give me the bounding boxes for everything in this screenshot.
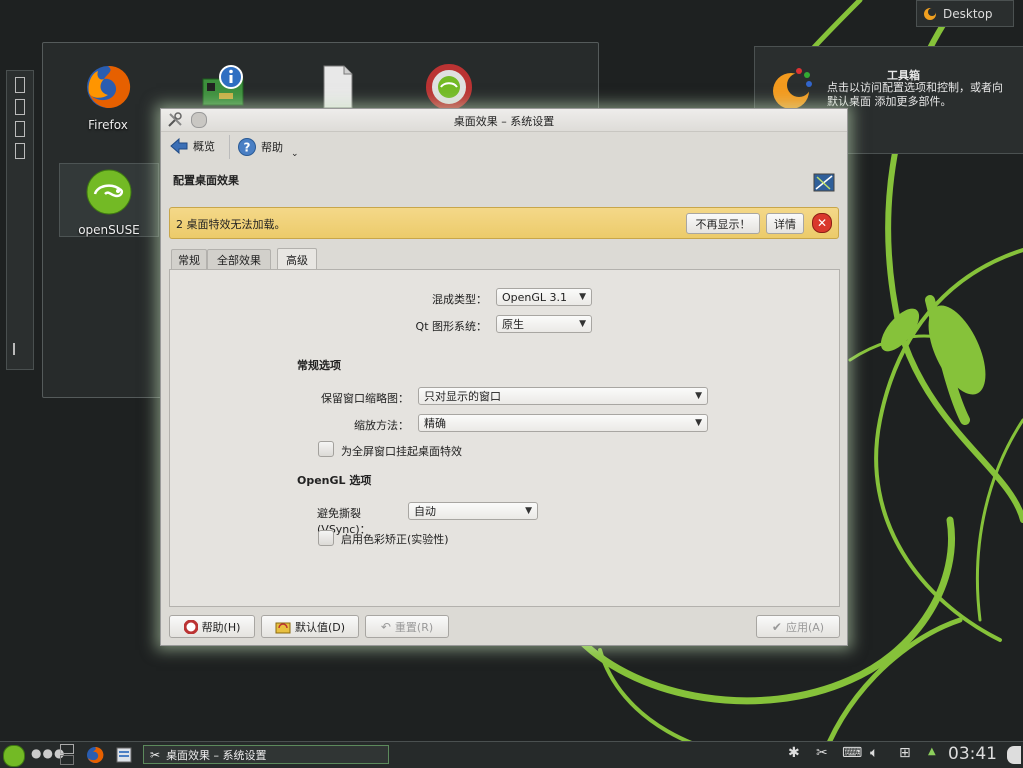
color-correction-checkbox[interactable] (318, 530, 334, 546)
volume-icon[interactable]: 🔈︎ (870, 745, 878, 761)
dont-show-again-button[interactable]: 不再显示！ (686, 213, 760, 234)
compositing-type-select[interactable]: OpenGL 3.1 ▼ (496, 288, 592, 306)
qt-graphics-value: 原生 (502, 318, 524, 331)
banner-message: 2 桌面特效无法加载。 (176, 218, 286, 231)
defaults-button[interactable]: 默认值(D) (261, 615, 359, 638)
close-banner-icon[interactable]: ✕ (812, 213, 832, 233)
pager-desktop-2[interactable] (60, 755, 74, 765)
overview-label: 概览 (193, 140, 215, 153)
undo-icon: ↶ (380, 619, 391, 634)
apply-button-label: 应用(A) (785, 620, 825, 634)
window-titlebar[interactable]: 桌面效果 – 系统设置 (161, 109, 847, 132)
scale-method-label: 缩放方法： (354, 419, 409, 432)
scale-method-select[interactable]: 精确 ▼ (418, 414, 708, 432)
qt-graphics-label: Qt 图形系统： (415, 320, 487, 333)
compositing-type-value: OpenGL 3.1 (502, 290, 568, 304)
clock[interactable]: 03:41 (948, 744, 997, 764)
help-lifebuoy-icon (183, 619, 198, 634)
activity-label: Desktop (943, 6, 993, 21)
overview-button[interactable]: 概览 (169, 137, 215, 155)
help-label: 帮助 (261, 141, 283, 154)
help-button-label: 帮助(H) (201, 620, 241, 634)
tab-advanced[interactable]: 高级 (277, 248, 317, 270)
chevron-down-icon: ▼ (525, 506, 532, 516)
apply-button[interactable]: ✔ 应用(A) (756, 615, 840, 638)
window-title: 桌面效果 – 系统设置 (453, 115, 555, 128)
chevron-down-icon: ▼ (579, 292, 586, 302)
scale-method-value: 精确 (424, 417, 446, 430)
task-title: 桌面效果 – 系统设置 (166, 748, 267, 762)
toolbar-separator (229, 135, 230, 159)
network-icon[interactable]: ⊞ (899, 745, 911, 761)
qt-graphics-select[interactable]: 原生 ▼ (496, 315, 592, 333)
hardware-info-icon (202, 65, 244, 106)
tab-general[interactable]: 常规 (171, 249, 207, 270)
panel-item-icon[interactable] (15, 77, 25, 93)
bug-icon[interactable]: ✱ (788, 745, 800, 761)
system-settings-window: 桌面效果 – 系统设置 概览 ? 帮助 ⌄ 配置桌面效果 2 桌面特效无法加载。… (160, 108, 848, 646)
pager-desktop-1[interactable] (60, 744, 74, 754)
toolbox-icon (773, 68, 812, 109)
tooltip-body: 点击以访问配置选项和控制，或者向 默认桌面 添加更多部件。 (827, 81, 1003, 108)
warning-banner: 2 桌面特效无法加载。 不再显示！ 详情 ✕ (169, 207, 839, 239)
reset-button-label: 重置(R) (394, 620, 434, 634)
chevron-down-icon: ▼ (579, 319, 586, 329)
lifebuoy-icon (426, 64, 472, 110)
help-icon: ? (238, 138, 256, 156)
tab-all-effects[interactable]: 全部效果 (207, 249, 271, 270)
opensuse-logo-icon (86, 169, 132, 215)
file-manager-launcher-icon[interactable] (116, 746, 132, 764)
defaults-button-label: 默认值(D) (294, 620, 346, 634)
tray-expand-icon[interactable]: ▲ (928, 746, 936, 757)
keep-thumbnails-label: 保留窗口缩略图： (321, 392, 409, 405)
desktop-icon-opensuse-help[interactable] (414, 63, 484, 114)
chevron-down-icon: ▼ (695, 391, 702, 401)
system-settings-icon: ✂ (150, 747, 161, 762)
desktop-icon-document[interactable] (301, 63, 371, 114)
application-launcher-icon[interactable] (3, 745, 25, 767)
compositing-type-label: 混成类型： (432, 293, 487, 306)
desktop-effects-icon (813, 173, 835, 192)
help-button[interactable]: 帮助(H) (169, 615, 255, 638)
defaults-icon (275, 622, 291, 633)
chevron-down-icon[interactable]: ⌄ (291, 149, 299, 159)
taskbar: ●●● ✂ 桌面效果 – 系统设置 ✱ ✂ ⌨ 🔈︎ ⊞ ▲ 03:41 (0, 741, 1023, 768)
reset-button[interactable]: ↶ 重置(R) (365, 615, 449, 638)
panel-item-icon[interactable] (15, 121, 25, 137)
chevron-down-icon: ▼ (695, 418, 702, 428)
color-correction-label: 启用色彩矫正(实验性) (341, 533, 449, 546)
back-arrow-icon (170, 137, 188, 155)
opengl-options-heading: OpenGL 选项 (297, 474, 372, 487)
left-panel-widget[interactable] (6, 70, 34, 370)
tools-icon[interactable]: ✂ (816, 745, 828, 761)
svg-text:?: ? (244, 141, 251, 155)
desktop-icon-firefox[interactable]: Firefox (73, 63, 143, 132)
desktop-icon-label: Firefox (88, 118, 128, 132)
firefox-launcher-icon[interactable] (86, 746, 104, 764)
panel-handle-icon[interactable] (13, 343, 23, 355)
checkmark-icon: ✔ (771, 619, 782, 634)
vsync-select[interactable]: 自动 ▼ (408, 502, 538, 520)
show-desktop-icon[interactable] (1007, 746, 1021, 764)
document-icon (323, 65, 353, 109)
details-button[interactable]: 详情 (766, 213, 804, 234)
activity-icon (924, 7, 936, 20)
panel-item-icon[interactable] (15, 143, 25, 159)
activity-switcher[interactable]: Desktop (916, 0, 1014, 27)
help-menu-button[interactable]: ? 帮助 (237, 137, 283, 157)
keyboard-icon[interactable]: ⌨ (842, 745, 862, 761)
suspend-fullscreen-checkbox[interactable] (318, 441, 334, 457)
desktop-icon-opensuse[interactable]: openSUSE (59, 163, 159, 237)
keep-thumbnails-select[interactable]: 只对显示的窗口 ▼ (418, 387, 708, 405)
general-options-heading: 常规选项 (297, 359, 341, 372)
task-system-settings[interactable]: ✂ 桌面效果 – 系统设置 (143, 745, 389, 764)
keep-thumbnails-value: 只对显示的窗口 (424, 390, 501, 403)
panel-item-icon[interactable] (15, 99, 25, 115)
suspend-fullscreen-label: 为全屏窗口挂起桌面特效 (341, 445, 462, 458)
page-heading: 配置桌面效果 (173, 174, 239, 187)
vsync-value: 自动 (414, 505, 436, 518)
desktop-icon-hardware-info[interactable] (188, 63, 258, 114)
firefox-icon (87, 65, 131, 108)
desktop-icon-label: openSUSE (78, 223, 140, 237)
